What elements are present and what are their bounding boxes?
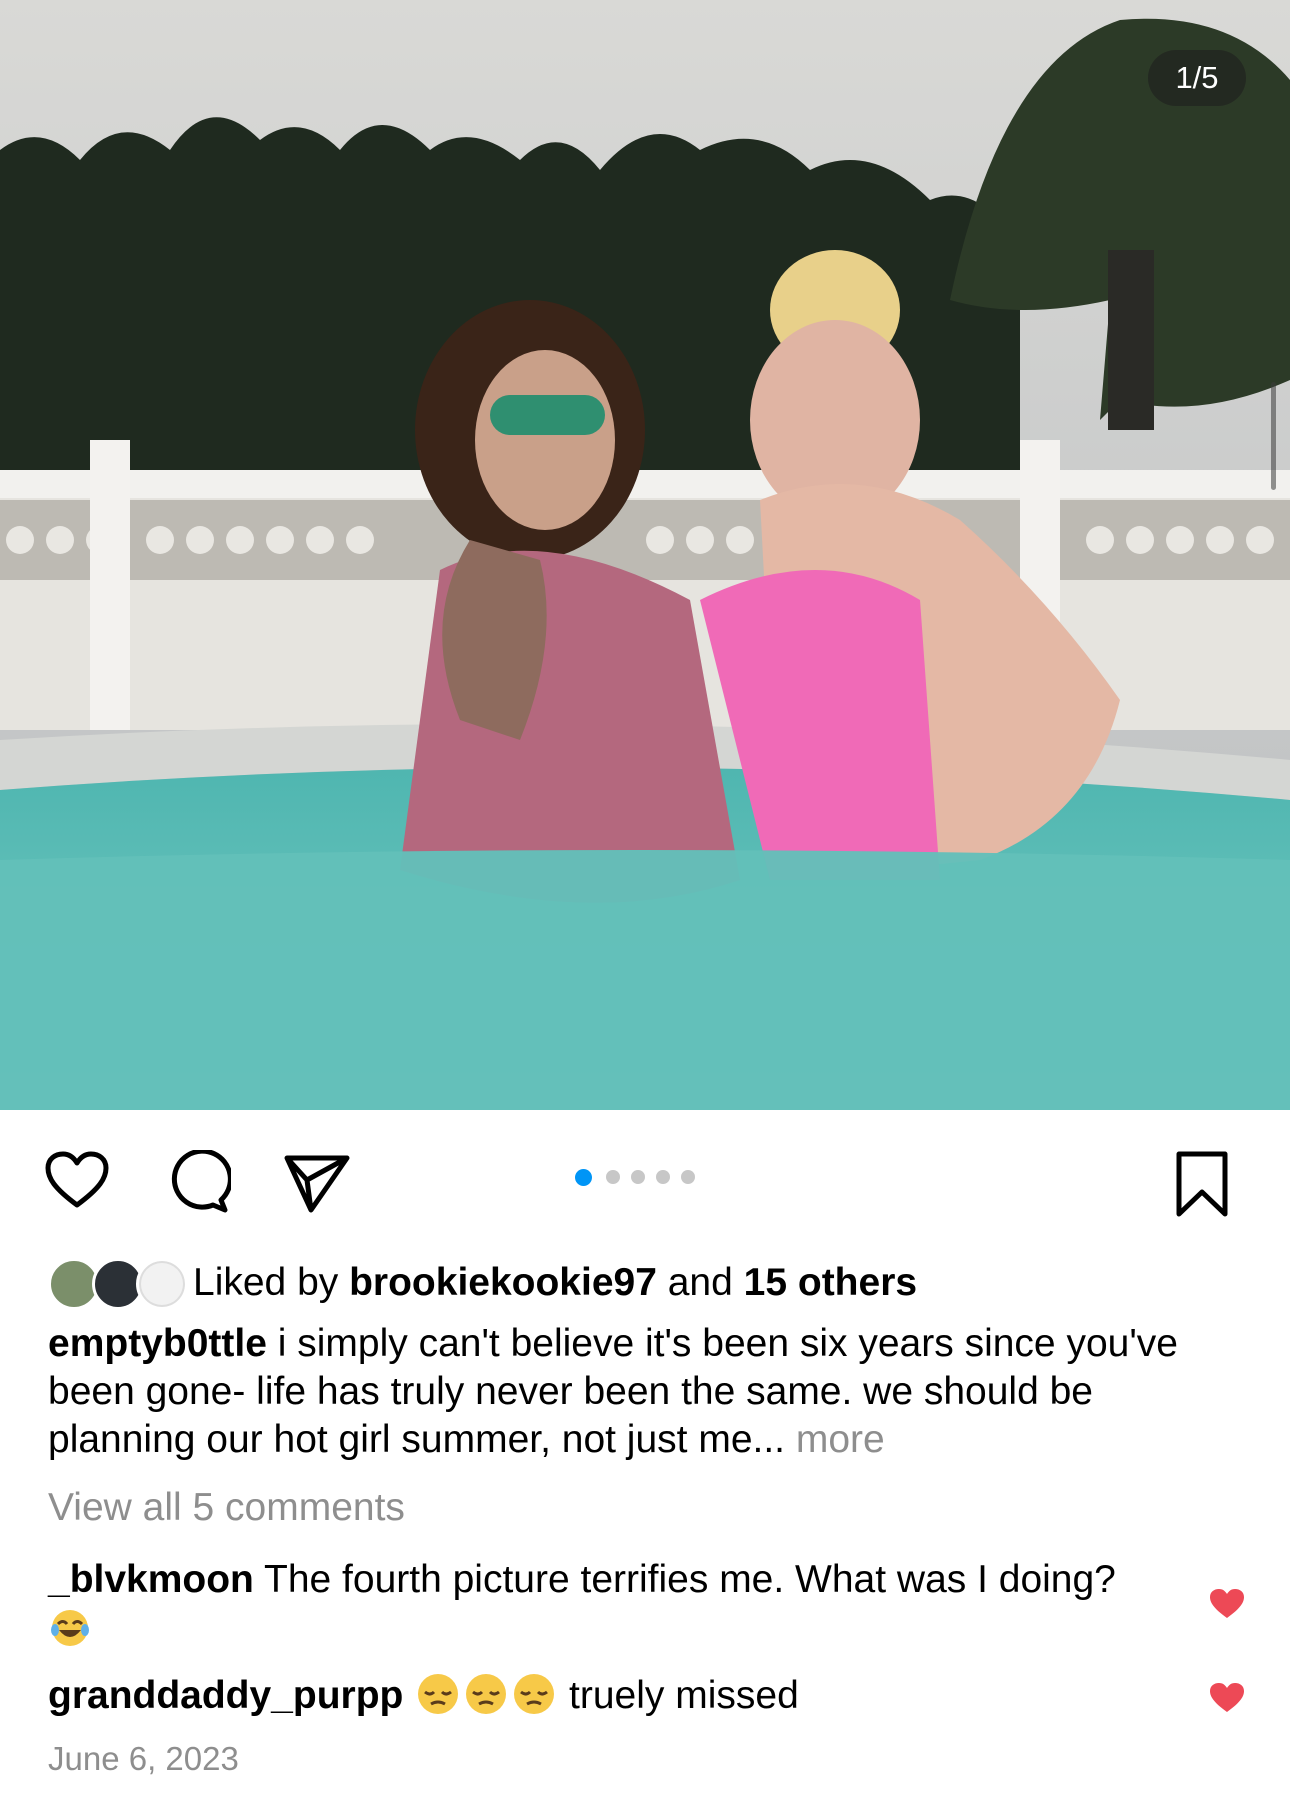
likes-row[interactable]: Liked by brookiekookie97 and 15 others bbox=[48, 1256, 917, 1310]
pensive-emoji-icon bbox=[464, 1672, 508, 1728]
carousel-dot bbox=[575, 1169, 592, 1186]
likes-prefix: Liked by bbox=[193, 1261, 350, 1304]
carousel-dot bbox=[606, 1170, 620, 1184]
comment-like-heart-icon[interactable] bbox=[1209, 1682, 1245, 1719]
post-caption: emptyb0ttle i simply can't believe it's … bbox=[48, 1320, 1218, 1464]
comment-text: The fourth picture terrifies me. What wa… bbox=[253, 1558, 1116, 1601]
liker-username[interactable]: brookiekookie97 bbox=[349, 1261, 657, 1304]
carousel-dot bbox=[631, 1170, 645, 1184]
photo-counter: 1/5 bbox=[1148, 50, 1246, 106]
pensive-emoji-icon bbox=[512, 1672, 556, 1728]
comment-icon[interactable] bbox=[167, 1148, 233, 1219]
scroll-indicator[interactable] bbox=[1271, 382, 1276, 490]
comment: granddaddy_purpp truely missed bbox=[48, 1672, 1158, 1728]
caption-username[interactable]: emptyb0ttle bbox=[48, 1322, 267, 1365]
send-icon[interactable] bbox=[283, 1150, 351, 1219]
action-bar bbox=[0, 1110, 1290, 1250]
pensive-emoji-icon bbox=[416, 1672, 460, 1728]
bookmark-icon[interactable] bbox=[1174, 1150, 1230, 1223]
carousel-dot bbox=[681, 1170, 695, 1184]
comment: _blvkmoon The fourth picture terrifies m… bbox=[48, 1556, 1158, 1660]
liker-avatars[interactable] bbox=[48, 1256, 188, 1310]
likes-others[interactable]: 15 others bbox=[744, 1261, 917, 1304]
laughing-emoji-icon bbox=[50, 1608, 90, 1660]
more-link[interactable]: more bbox=[785, 1418, 885, 1461]
view-all-comments[interactable]: View all 5 comments bbox=[48, 1486, 405, 1530]
comment-username[interactable]: _blvkmoon bbox=[48, 1558, 254, 1601]
likes-text: Liked by brookiekookie97 and 15 others bbox=[193, 1261, 917, 1305]
comment-username[interactable]: granddaddy_purpp bbox=[48, 1674, 403, 1717]
carousel-dot bbox=[656, 1170, 670, 1184]
comment-like-heart-icon[interactable] bbox=[1209, 1588, 1245, 1625]
heart-icon[interactable] bbox=[44, 1150, 110, 1215]
avatar bbox=[136, 1258, 188, 1310]
comment-text: truely missed bbox=[558, 1674, 799, 1717]
post-date: June 6, 2023 bbox=[48, 1740, 239, 1777]
post-photo[interactable]: 1/5 bbox=[0, 0, 1290, 1110]
likes-middle: and bbox=[656, 1261, 744, 1304]
